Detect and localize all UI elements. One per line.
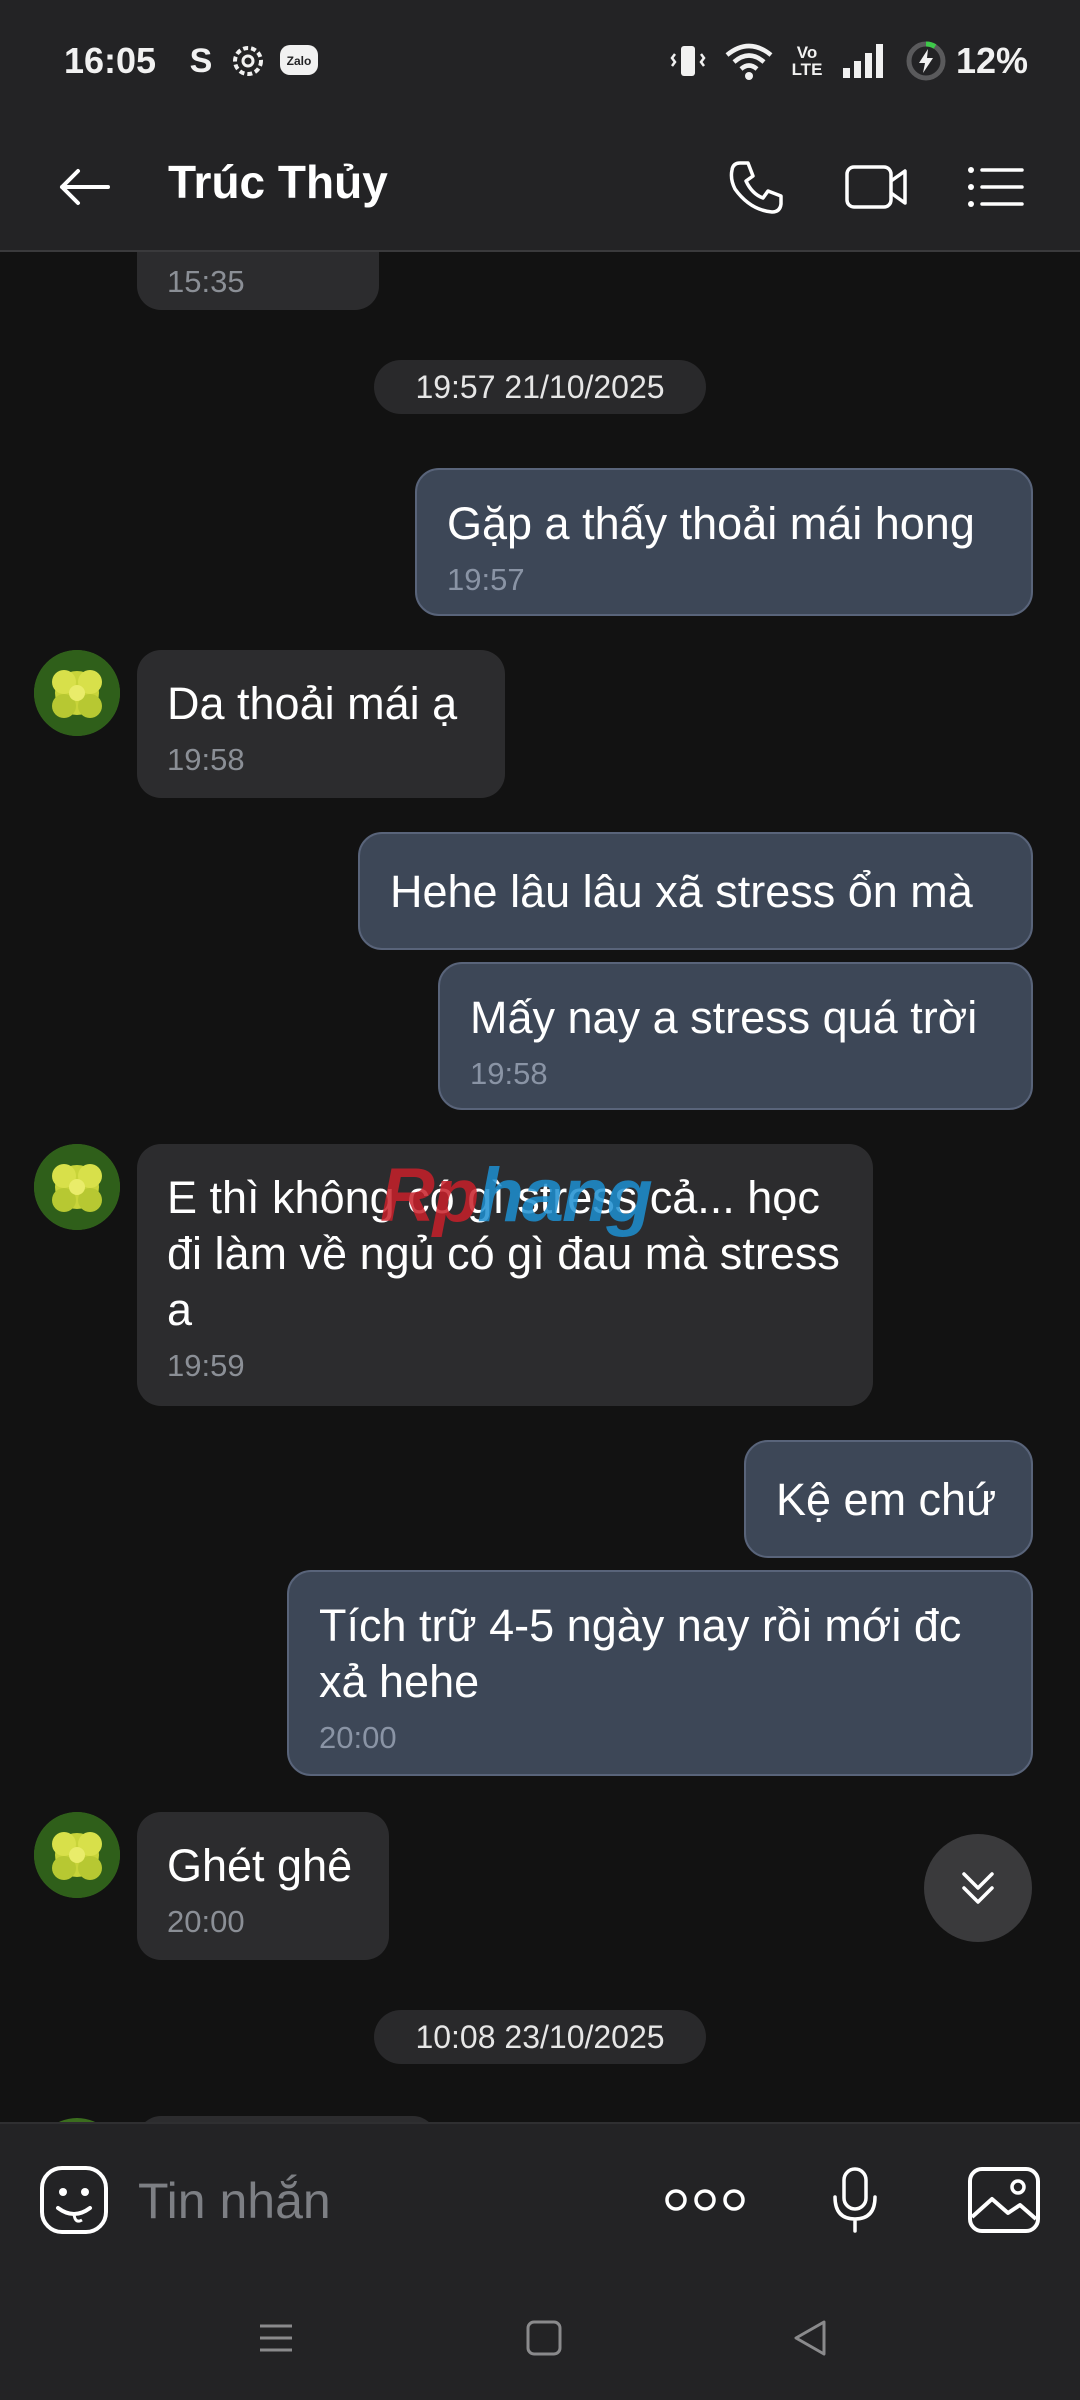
message-bubble-outgoing[interactable]: Mấy nay a stress quá trời 19:58 — [438, 962, 1033, 1110]
flower-avatar-icon — [34, 650, 120, 736]
message-time: 20:00 — [167, 1904, 245, 1939]
message-time: 15:35 — [167, 264, 245, 299]
message-time: 19:58 — [167, 742, 245, 777]
message-time: 20:00 — [319, 1720, 397, 1755]
message-bubble-outgoing[interactable]: Gặp a thấy thoải mái hong 19:57 — [415, 468, 1033, 616]
contact-avatar[interactable] — [34, 1812, 120, 1898]
video-call-button[interactable] — [838, 149, 914, 225]
video-camera-icon — [845, 165, 907, 209]
date-divider: 19:57 21/10/2025 — [374, 360, 706, 414]
back-nav-button[interactable] — [780, 2308, 840, 2368]
settings-gear-icon — [228, 42, 268, 80]
message-input[interactable]: Tin nhắn — [138, 2172, 331, 2230]
date-divider: 10:08 23/10/2025 — [374, 2010, 706, 2064]
menu-button[interactable] — [958, 149, 1034, 225]
back-triangle-icon — [794, 2320, 826, 2356]
home-button[interactable] — [514, 2308, 574, 2368]
status-bar: 16:05 S Zalo Vo LTE 12% — [0, 0, 1080, 125]
vibrate-icon — [668, 42, 708, 80]
recents-lines-icon — [260, 2324, 292, 2352]
list-menu-icon — [968, 167, 1024, 207]
phone-icon — [729, 161, 783, 214]
contact-name[interactable]: Trúc Thủy — [168, 155, 388, 209]
message-bubble-incoming[interactable]: 15:35 — [137, 252, 379, 310]
message-bubble-incoming[interactable]: Ghét ghê 20:00 — [137, 1812, 389, 1960]
message-time: 19:58 — [470, 1056, 548, 1091]
message-text: Da thoải mái ạ — [167, 678, 458, 729]
flower-avatar-icon — [34, 1144, 120, 1230]
home-square-icon — [526, 2320, 562, 2356]
svg-text:Zalo: Zalo — [287, 54, 312, 68]
wifi-icon — [722, 42, 776, 80]
message-time: 19:59 — [167, 1348, 245, 1383]
message-time: 19:57 — [447, 562, 525, 597]
battery-percentage: 12% — [955, 40, 1028, 81]
voice-call-button[interactable] — [718, 149, 794, 225]
back-button[interactable] — [46, 149, 122, 225]
double-chevron-down-icon — [962, 1872, 994, 1904]
system-navigation-bar — [0, 2272, 1080, 2400]
flower-avatar-icon — [34, 1812, 120, 1898]
contact-avatar[interactable] — [34, 650, 120, 736]
message-bubble-outgoing[interactable]: Hehe lâu lâu xã stress ổn mà — [358, 832, 1033, 950]
message-bubble-incoming[interactable]: Da thoải mái ạ 19:58 — [137, 650, 505, 798]
message-text: Gặp a thấy thoải mái hong — [447, 498, 975, 549]
zalo-icon: Zalo — [278, 42, 320, 80]
volte-icon: Vo LTE — [786, 42, 828, 80]
contact-avatar[interactable] — [34, 1144, 120, 1230]
watermark-logo: Rphang — [380, 1153, 653, 1238]
sticker-button[interactable] — [36, 2162, 112, 2238]
status-time: 16:05 — [64, 40, 157, 81]
image-icon — [968, 2167, 1040, 2233]
scroll-to-bottom-button[interactable] — [924, 1834, 1032, 1942]
message-list[interactable]: 15:35 19:57 21/10/2025 Gặp a thấy thoải … — [0, 252, 1080, 2122]
message-bubble-outgoing[interactable]: Tích trữ 4-5 ngày nay rồi mới đc xả hehe… — [287, 1570, 1033, 1776]
signal-icon — [840, 42, 890, 80]
microphone-icon — [833, 2167, 877, 2233]
voice-record-button[interactable] — [822, 2162, 888, 2238]
battery-charging-icon — [904, 41, 948, 81]
message-bubble-outgoing[interactable]: Kệ em chứ — [744, 1440, 1033, 1558]
message-text: Ghét ghê — [167, 1840, 353, 1891]
message-text: Kệ em chứ — [776, 1474, 997, 1525]
recents-button[interactable] — [246, 2308, 306, 2368]
more-dots-icon — [665, 2189, 745, 2211]
volte-label: Vo LTE — [791, 43, 823, 79]
message-composer: Tin nhắn — [0, 2122, 1080, 2272]
message-text: Tích trữ 4-5 ngày nay rồi mới đc xả hehe — [319, 1600, 962, 1707]
more-options-button[interactable] — [662, 2162, 748, 2238]
back-arrow-icon — [60, 169, 110, 205]
s-app-icon: S — [189, 41, 213, 80]
photo-button[interactable] — [964, 2162, 1044, 2238]
chat-header: Trúc Thủy — [0, 125, 1080, 252]
sticker-face-icon — [40, 2166, 108, 2234]
message-text: Hehe lâu lâu xã stress ổn mà — [390, 866, 973, 917]
message-text: Mấy nay a stress quá trời — [470, 992, 978, 1043]
